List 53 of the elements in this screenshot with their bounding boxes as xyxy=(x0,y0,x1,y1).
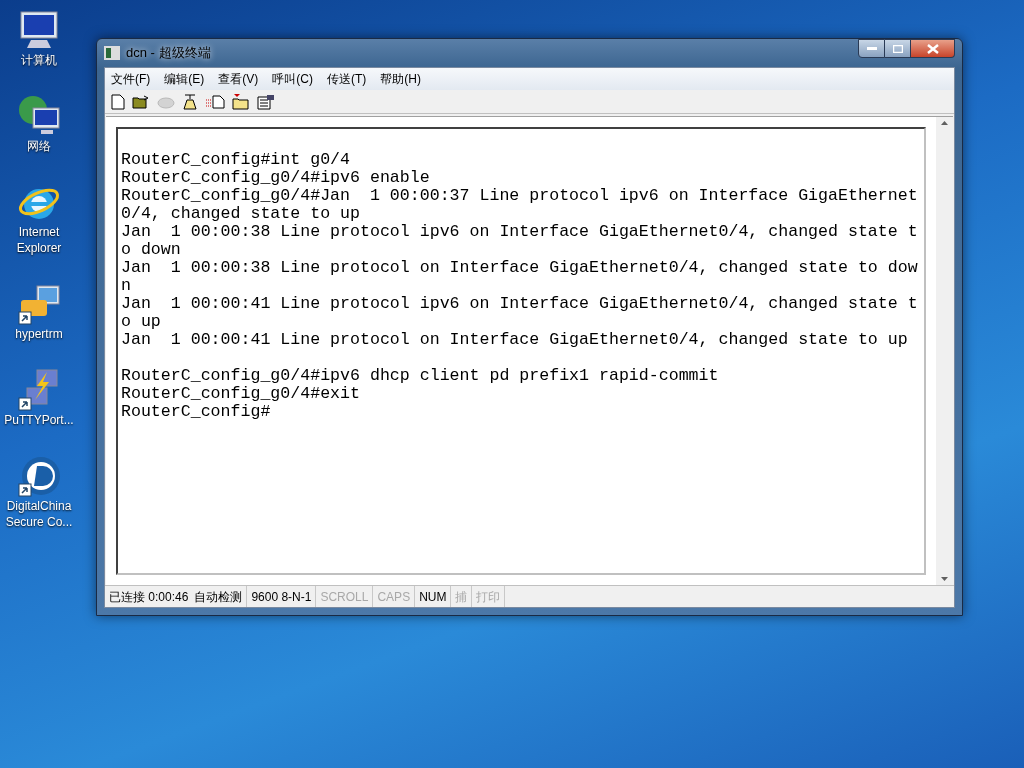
terminal-line: o down xyxy=(121,241,182,259)
terminal-line: Jan 1 00:00:41 Line protocol ipv6 on Interface GigaEthernet0/4, changed state t xyxy=(121,295,919,313)
terminal-line: 0/4, changed state to up xyxy=(121,205,361,223)
close-icon xyxy=(926,43,939,54)
scroll-up-icon[interactable] xyxy=(941,121,948,125)
maximize-icon xyxy=(892,44,903,53)
desktop-icon-label[interactable]: Internet Explorer xyxy=(1,224,77,256)
window-title: dcn - 超级终端 xyxy=(126,44,211,63)
terminal-line: o up xyxy=(121,313,162,331)
desktop-icon-label[interactable]: hypertrm xyxy=(1,326,77,342)
terminal-line: Jan 1 00:00:38 Line protocol ipv6 on Interface GigaEthernet0/4, changed state t xyxy=(121,223,919,241)
terminal-app-icon xyxy=(104,46,120,60)
status-text: CAPS xyxy=(377,588,411,606)
status-text: 自动检测 xyxy=(194,588,243,606)
minimize-button[interactable] xyxy=(858,39,885,58)
terminal-line: RouterC_config_g0/4#ipv6 dhcp client pd prefix1 rapid-commit xyxy=(121,367,720,385)
vertical-scrollbar[interactable] xyxy=(936,117,953,585)
send-file-icon[interactable] xyxy=(205,94,225,109)
menu-item[interactable]: 传送(T) xyxy=(327,70,367,88)
terminal-line: RouterC_config#int g0/4 xyxy=(121,151,352,169)
folder-icon[interactable] xyxy=(132,94,150,109)
status-text: 9600 8-N-1 xyxy=(251,588,312,606)
menu-item[interactable]: 文件(F) xyxy=(111,70,151,88)
terminal-line: RouterC_config# xyxy=(121,403,272,421)
desktop-icon-label[interactable]: 网络 xyxy=(1,138,77,154)
menu-item[interactable]: 呼叫(C) xyxy=(272,70,313,88)
menu-item[interactable]: 查看(V) xyxy=(218,70,259,88)
maximize-button[interactable] xyxy=(885,39,911,58)
terminal-line: RouterC_config_g0/4#exit xyxy=(121,385,361,403)
close-button[interactable] xyxy=(911,39,955,58)
terminal-line: Jan 1 00:00:41 Line protocol on Interface GigaEthernet0/4, changed state to up xyxy=(121,331,909,349)
new-file-icon[interactable] xyxy=(111,93,125,110)
status-text: 已连接 0:00:46 xyxy=(109,588,189,606)
scroll-down-icon[interactable] xyxy=(941,577,948,581)
phone-monitor-icon xyxy=(17,282,61,326)
status-text: 打印 xyxy=(476,588,501,606)
desktop-icon-label[interactable]: 计算机 xyxy=(1,52,77,68)
d-logo-icon xyxy=(17,454,61,498)
status-text: NUM xyxy=(419,588,447,606)
status-text: 捕 xyxy=(455,588,468,606)
receive-folder-icon[interactable] xyxy=(232,93,250,110)
terminal-line: RouterC_config_g0/4#ipv6 enable xyxy=(121,169,431,187)
lightning-monitor-icon xyxy=(17,368,61,412)
desktop-icon-label[interactable]: PuTTYPort... xyxy=(1,412,77,428)
menu-item[interactable]: 帮助(H) xyxy=(380,70,421,88)
status-text: SCROLL xyxy=(320,588,369,606)
desktop-icon-label[interactable]: DigitalChina Secure Co... xyxy=(1,498,77,530)
terminal-line: n xyxy=(121,277,132,295)
terminal-line: RouterC_config_g0/4#Jan 1 00:00:37 Line protocol ipv6 on Interface GigaEthernet xyxy=(121,187,919,205)
menu-item[interactable]: 编辑(E) xyxy=(164,70,205,88)
properties-icon[interactable] xyxy=(257,93,275,110)
minimize-icon xyxy=(866,47,877,50)
terminal-line: Jan 1 00:00:38 Line protocol on Interface GigaEthernet0/4, changed state to dow xyxy=(121,259,919,277)
